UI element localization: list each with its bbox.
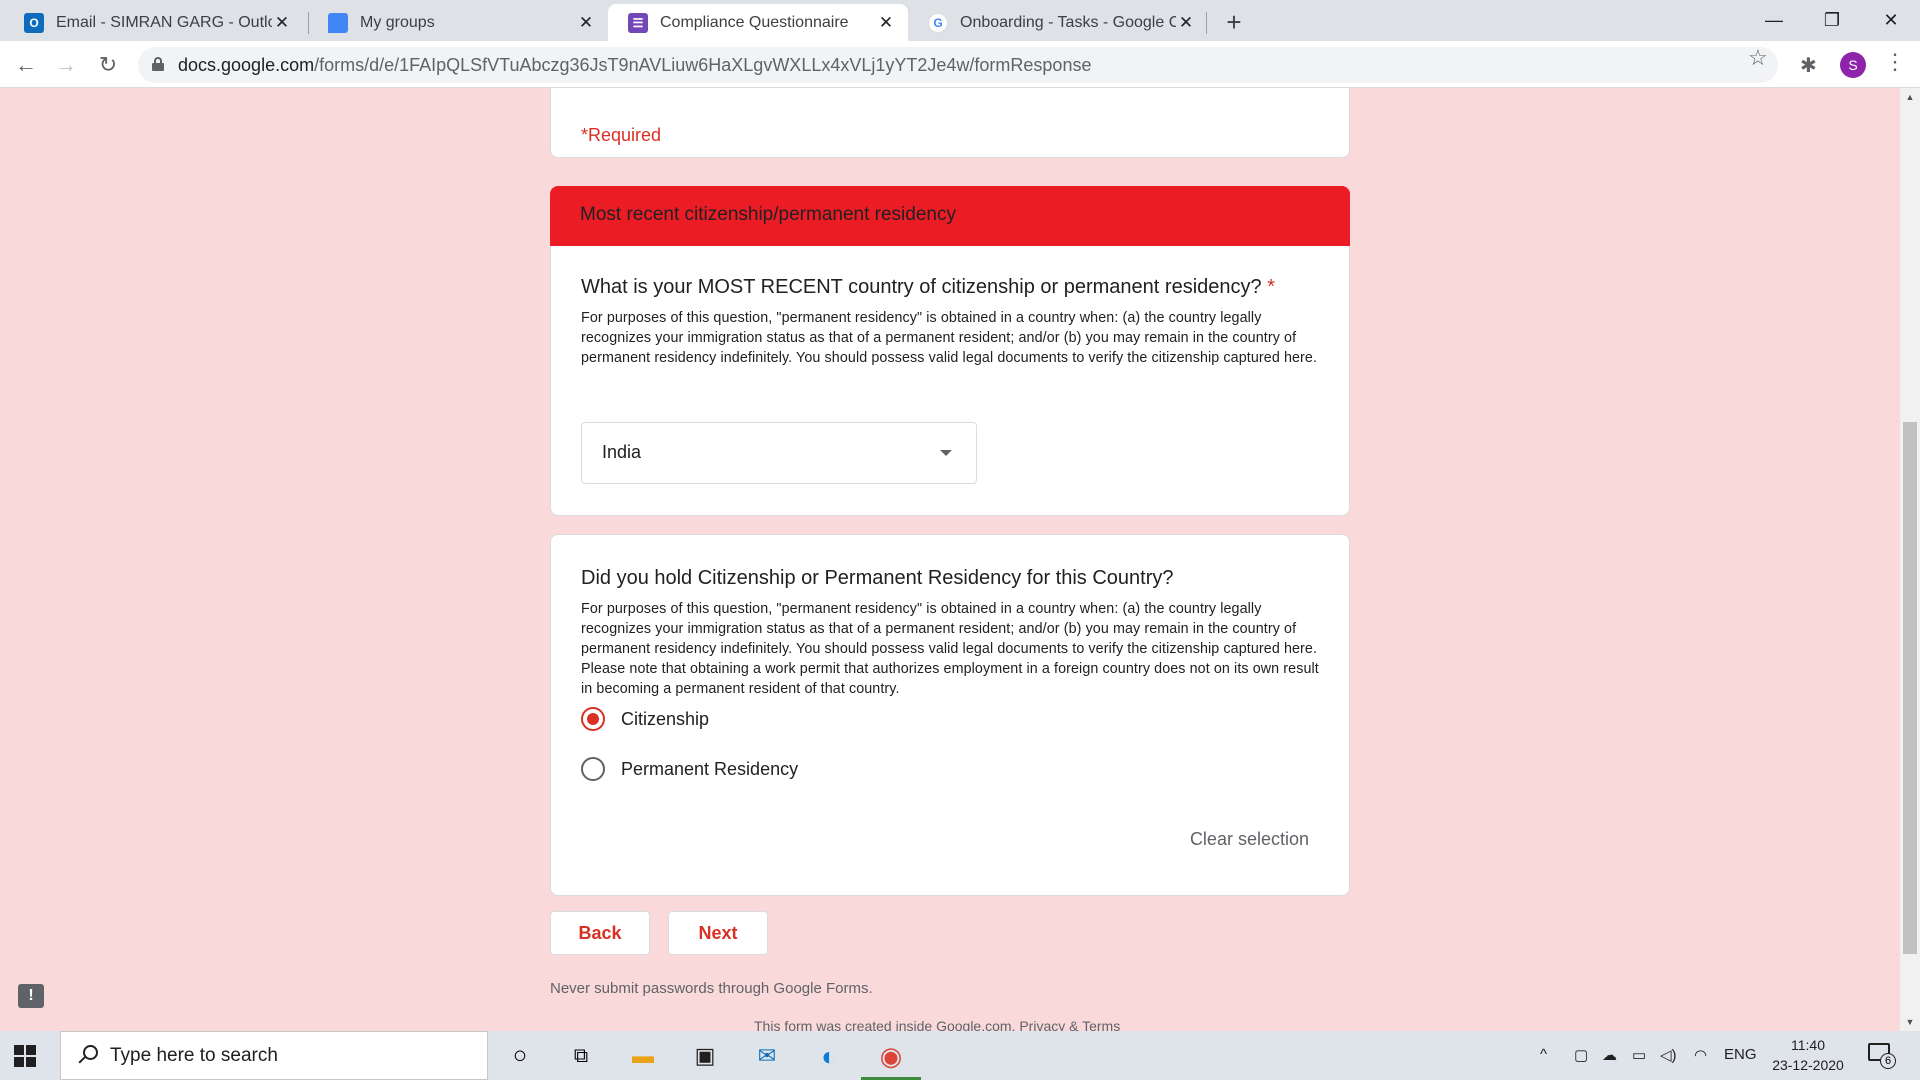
radio-label: Permanent Residency <box>621 758 799 779</box>
tab-title: Onboarding - Tasks - Google Car <box>960 13 1176 31</box>
notification-count: 6 <box>1880 1053 1896 1069</box>
tab-strip: O Email - SIMRAN GARG - Outlook ✕ My gro… <box>0 0 1920 41</box>
outlook-icon: O <box>24 12 44 33</box>
tab-my-groups[interactable]: My groups ✕ <box>308 4 608 41</box>
question-title: What is your MOST RECENT country of citi… <box>581 276 1275 298</box>
extensions-puzzle-icon[interactable]: ✱ <box>1800 53 1817 78</box>
language-indicator[interactable]: ENG <box>1724 1046 1757 1063</box>
form-page: *Required Most recent citizenship/perman… <box>0 88 1900 1031</box>
radio-button-checked[interactable] <box>581 707 605 731</box>
back-arrow-icon[interactable]: ← <box>10 49 42 81</box>
tab-compliance-questionnaire[interactable]: ☰ Compliance Questionnaire ✕ <box>608 4 908 41</box>
chrome-icon[interactable]: ◉ <box>874 1039 908 1073</box>
radio-option-permanent-residency[interactable]: Permanent Residency <box>581 757 798 781</box>
question-status-card: Did you hold Citizenship or Permanent Re… <box>550 534 1350 896</box>
dropdown-value: India <box>602 442 642 462</box>
close-icon[interactable]: ✕ <box>576 13 596 33</box>
more-menu-icon[interactable]: ⋮ <box>1884 49 1906 75</box>
system-clock[interactable]: 11:40 23-12-2020 <box>1768 1035 1848 1075</box>
dropdown-arrow-icon <box>940 450 952 456</box>
google-icon: G <box>928 12 948 33</box>
next-button[interactable]: Next <box>668 911 768 955</box>
tab-separator <box>1206 12 1207 34</box>
question-description: For purposes of this question, "permanen… <box>581 310 1318 366</box>
onedrive-cloud-icon[interactable]: ☁ <box>1602 1046 1617 1064</box>
windows-start-icon[interactable] <box>14 1045 36 1067</box>
required-note: *Required <box>581 125 662 145</box>
country-dropdown[interactable]: India <box>581 422 977 484</box>
forms-icon: ☰ <box>628 12 648 33</box>
created-note: This form was created inside Google.com.… <box>754 1018 1121 1031</box>
windows-taskbar: Type here to search ○ ⧉ ▬ ▣ ✉ ◐ ◉ ^ ▢ ☁ … <box>0 1031 1920 1080</box>
search-placeholder: Type here to search <box>110 1045 278 1066</box>
tab-title: Compliance Questionnaire <box>660 13 849 31</box>
lock-icon <box>152 57 164 71</box>
bookmark-star-icon[interactable]: ☆ <box>1748 45 1768 71</box>
close-icon[interactable]: ✕ <box>876 13 896 33</box>
notification-center-icon[interactable]: 6 <box>1868 1043 1896 1069</box>
show-hidden-icons[interactable]: ^ <box>1540 1046 1547 1063</box>
profile-avatar[interactable]: S <box>1840 52 1866 78</box>
mail-icon[interactable]: ✉ <box>750 1039 784 1073</box>
form-header-card: *Required <box>550 88 1350 158</box>
battery-icon[interactable]: ▭ <box>1632 1046 1646 1064</box>
back-button[interactable]: Back <box>550 911 650 955</box>
wifi-icon[interactable]: ◠ <box>1694 1046 1707 1064</box>
edge-icon[interactable]: ◐ <box>812 1039 846 1073</box>
tab-title: Email - SIMRAN GARG - Outlook <box>56 13 272 31</box>
radio-option-citizenship[interactable]: Citizenship <box>581 707 709 731</box>
report-feedback-icon[interactable]: ! <box>18 984 44 1008</box>
clear-selection-button[interactable]: Clear selection <box>1190 829 1309 850</box>
required-asterisk: * <box>1267 276 1275 298</box>
browser-toolbar: ← → ↻ docs.google.com/forms/d/e/1FAIpQLS… <box>0 41 1920 88</box>
taskbar-search[interactable]: Type here to search <box>60 1031 488 1080</box>
scroll-up-arrow-icon[interactable]: ▲ <box>1900 88 1920 106</box>
task-view-icon[interactable]: ⧉ <box>564 1039 598 1073</box>
page-scrollbar[interactable]: ▲ ▼ <box>1900 88 1920 1031</box>
url-text: docs.google.com/forms/d/e/1FAIpQLSfVTuAb… <box>178 55 1092 75</box>
search-icon <box>77 1045 99 1067</box>
minimize-button[interactable]: — <box>1745 0 1803 41</box>
question-description: For purposes of this question, "permanen… <box>581 601 1319 697</box>
address-bar[interactable]: docs.google.com/forms/d/e/1FAIpQLSfVTuAb… <box>138 47 1778 83</box>
cortana-icon[interactable]: ○ <box>503 1039 537 1073</box>
meet-now-icon[interactable]: ▢ <box>1574 1046 1588 1064</box>
store-icon[interactable]: ▣ <box>688 1039 722 1073</box>
tab-outlook[interactable]: O Email - SIMRAN GARG - Outlook ✕ <box>4 4 304 41</box>
volume-icon[interactable]: ◁) <box>1660 1046 1677 1064</box>
question-title: Did you hold Citizenship or Permanent Re… <box>581 567 1174 589</box>
window-close-button[interactable]: ✕ <box>1862 0 1920 41</box>
scrollbar-thumb[interactable] <box>1903 422 1917 954</box>
groups-icon <box>328 12 348 33</box>
question-country-card: What is your MOST RECENT country of citi… <box>550 246 1350 516</box>
scroll-down-arrow-icon[interactable]: ▼ <box>1900 1013 1920 1031</box>
reload-icon[interactable]: ↻ <box>92 49 124 81</box>
close-icon[interactable]: ✕ <box>272 13 292 33</box>
clock-time: 11:40 <box>1791 1037 1825 1053</box>
radio-button-unchecked[interactable] <box>581 757 605 781</box>
radio-label: Citizenship <box>621 708 710 729</box>
clock-date: 23-12-2020 <box>1772 1057 1844 1073</box>
restore-button[interactable]: ❐ <box>1803 0 1861 41</box>
section-title: Most recent citizenship/permanent reside… <box>550 186 1350 246</box>
password-warning: Never submit passwords through Google Fo… <box>550 980 873 997</box>
new-tab-button[interactable]: + <box>1220 7 1248 37</box>
file-explorer-icon[interactable]: ▬ <box>626 1039 660 1073</box>
tab-title: My groups <box>360 13 435 31</box>
forward-arrow-icon[interactable]: → <box>50 49 82 81</box>
tab-onboarding-tasks[interactable]: G Onboarding - Tasks - Google Car ✕ <box>908 4 1208 41</box>
close-icon[interactable]: ✕ <box>1176 13 1196 33</box>
